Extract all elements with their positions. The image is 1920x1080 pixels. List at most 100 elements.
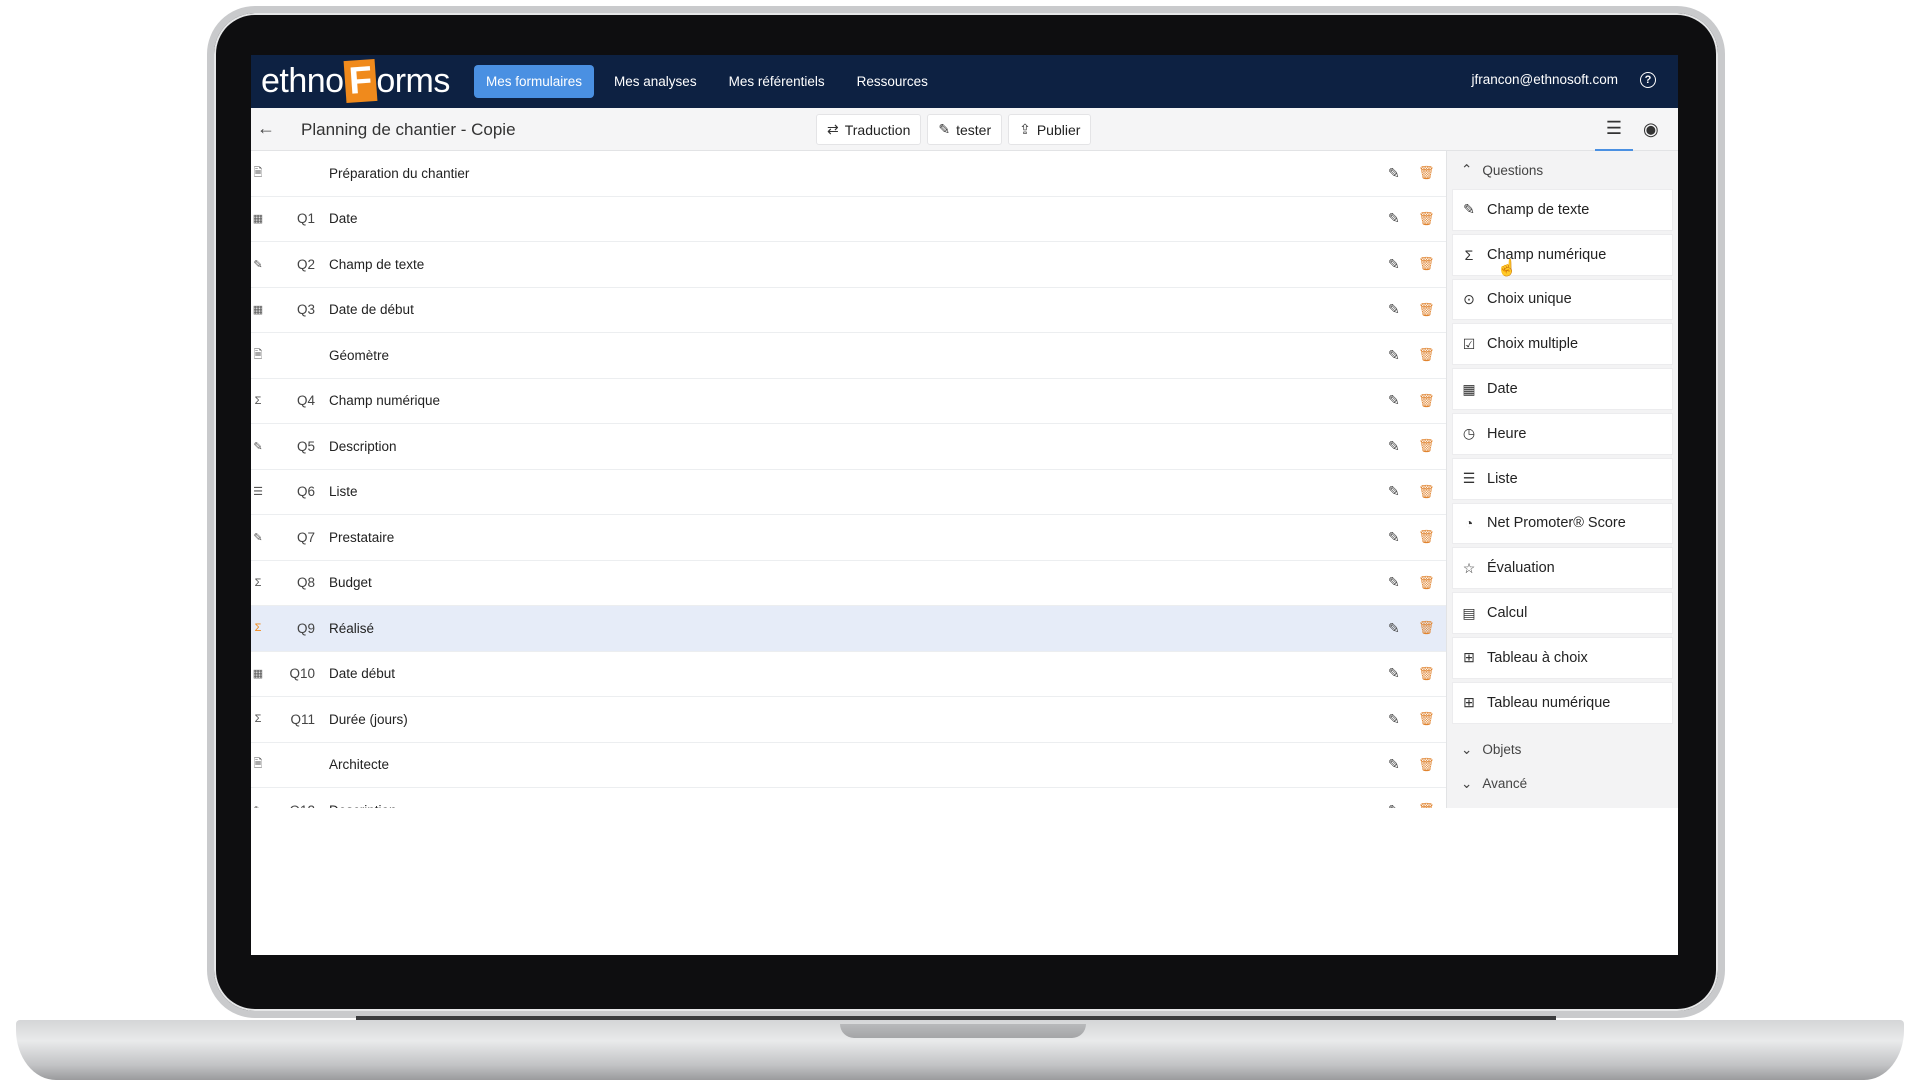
questions-section-header[interactable]: ⌃ Questions [1447,151,1678,189]
trash-icon[interactable]: 🗑 [1418,393,1435,409]
edit-icon[interactable]: ✎ [1388,210,1400,227]
question-row[interactable]: ✎ Q5 Description ✎ 🗑 [251,424,1446,470]
question-number: Q7 [296,529,315,545]
edit-icon[interactable]: ✎ [1388,574,1400,591]
list-icon: ☰ [1462,470,1476,487]
question-row[interactable]: ☰ Q6 Liste ✎ 🗑 [251,470,1446,515]
edit-icon[interactable]: ✎ [1388,347,1400,364]
edit-icon[interactable]: ✎ [1388,665,1400,682]
question-row[interactable]: 🗎 Géomètre ✎ 🗑 [251,333,1446,379]
question-type-item[interactable]: ◷ Heure [1452,412,1673,455]
question-type-label: Heure [1487,425,1527,442]
question-row[interactable]: ▦ Q10 Date début ✎ 🗑 [251,652,1446,697]
publish-button[interactable]: ⇪ Publier [1008,114,1092,145]
logo[interactable]: ethno Forms [261,58,450,104]
question-number: Q4 [296,393,315,409]
nav-item-0[interactable]: Mes formulaires [474,65,595,98]
edit-icon[interactable]: ✎ [1388,756,1400,773]
trash-icon[interactable]: 🗑 [1418,666,1435,682]
trash-icon[interactable]: 🗑 [1418,438,1435,454]
trash-icon[interactable]: 🗑 [1418,802,1435,808]
help-icon[interactable]: ? [1640,72,1656,88]
test-button[interactable]: ✎ tester [927,114,1003,145]
edit-icon[interactable]: ✎ [1388,802,1400,808]
question-number: Q1 [296,211,315,227]
questions-header-label: Questions [1482,162,1544,178]
question-row[interactable]: 🗎 Préparation du chantier ✎ 🗑 [251,151,1446,197]
trash-icon[interactable]: 🗑 [1418,165,1435,181]
question-type-item[interactable]: ⊞ Tableau à choix [1452,636,1673,679]
trash-icon[interactable]: 🗑 [1418,575,1435,591]
question-number: Q3 [296,302,315,318]
trash-icon[interactable]: 🗑 [1418,484,1435,500]
edit-icon[interactable]: ✎ [1388,711,1400,728]
edit-icon[interactable]: ✎ [1388,165,1400,182]
question-label: Description [329,803,397,808]
test-label: tester [956,121,992,138]
question-type-item[interactable]: ☰ Liste [1452,457,1673,500]
list-view-icon[interactable]: ☰ [1595,108,1633,151]
trash-icon[interactable]: 🗑 [1418,529,1435,545]
question-row[interactable]: Σ Q4 Champ numérique ✎ 🗑 [251,379,1446,424]
sigma-icon: Σ [254,576,262,589]
back-arrow-icon[interactable]: ← [257,118,275,139]
trash-icon[interactable]: 🗑 [1418,347,1435,363]
edit-icon[interactable]: ✎ [1388,256,1400,273]
clock-icon: ◷ [1462,425,1476,442]
translate-button[interactable]: ⇄ Traduction [816,114,922,145]
question-number: Q5 [296,438,315,454]
question-label: Champ numérique [329,393,441,409]
edit-icon[interactable]: ✎ [1388,301,1400,318]
question-type-item[interactable]: ☑ Choix multiple [1452,323,1673,366]
question-type-item[interactable]: ⊞ Tableau numérique [1452,681,1673,724]
question-type-item[interactable]: ▦ Date [1452,368,1673,410]
question-row[interactable]: ▦ Q3 Date de début ✎ 🗑 [251,288,1446,333]
trash-icon[interactable]: 🗑 [1418,711,1435,727]
edit-icon[interactable]: ✎ [1388,438,1400,455]
trash-icon[interactable]: 🗑 [1418,620,1435,636]
question-type-item[interactable]: ☆ Évaluation [1452,547,1673,590]
question-type-item[interactable]: ▤ Calcul [1452,592,1673,634]
star-icon: ☆ [1462,559,1476,576]
trash-icon[interactable]: 🗑 [1418,256,1435,272]
question-row[interactable]: Σ Q9 Réalisé ✎ 🗑 [251,606,1446,652]
question-type-item[interactable]: ⊙ Choix unique [1452,278,1673,321]
question-row[interactable]: 🗎 Architecte ✎ 🗑 [251,743,1446,788]
question-type-item[interactable]: ✎ Champ de texte [1452,189,1673,231]
preview-eye-icon[interactable]: ◉ [1643,119,1659,140]
advanced-section-header[interactable]: ⌄ Avancé [1447,770,1678,798]
question-type-item[interactable]: Σ Champ numérique [1452,233,1673,276]
main-nav: Mes formulaires Mes analyses Mes référenti… [474,65,940,98]
edit-icon[interactable]: ✎ [1388,392,1400,409]
sigma-icon: Σ [254,394,262,407]
objects-section-header[interactable]: ⌄ Objets [1447,730,1678,770]
edit-icon[interactable]: ✎ [1388,529,1400,546]
trash-icon[interactable]: 🗑 [1418,757,1435,773]
question-row[interactable]: Σ Q8 Budget ✎ 🗑 [251,561,1446,606]
page-icon: 🗎 [253,348,263,361]
question-type-label: Choix unique [1487,291,1572,308]
question-row[interactable]: ✎ Q7 Prestataire ✎ 🗑 [251,515,1446,561]
question-row[interactable]: Σ Q11 Durée (jours) ✎ 🗑 [251,697,1446,743]
toolbar-buttons: ⇄ Traduction ✎ tester ⇪ Publier [816,114,1092,145]
nav-item-3[interactable]: Ressources [845,65,940,98]
trash-icon[interactable]: 🗑 [1418,302,1435,318]
question-row[interactable]: ✎ Q12 Description ✎ 🗑 [251,788,1446,808]
nav-item-2[interactable]: Mes référentiels [717,65,837,98]
nav-item-1[interactable]: Mes analyses [602,65,709,98]
user-email[interactable]: jfrancon@ethnosoft.com [1471,72,1618,87]
question-type-label: Liste [1487,470,1518,487]
question-type-item[interactable]: ◔ Net Promoter® Score [1452,502,1673,545]
question-row[interactable]: ✎ Q2 Champ de texte ✎ 🗑 [251,242,1446,288]
pencil-icon: ✎ [1463,201,1475,218]
edit-icon[interactable]: ✎ [1388,483,1400,500]
trash-icon[interactable]: 🗑 [1418,211,1435,227]
sigma-icon: Σ [254,622,262,635]
edit-icon[interactable]: ✎ [1388,620,1400,637]
list-icon: ☰ [253,486,263,499]
question-type-label: Choix multiple [1487,336,1579,353]
pencil-icon: ✎ [251,804,265,808]
question-row[interactable]: ▦ Q1 Date ✎ 🗑 [251,197,1446,242]
question-types-panel: ⌃ Questions ✎ Champ de texte Σ Champ numéri… [1446,151,1678,808]
sigma-icon: Σ [254,713,262,726]
